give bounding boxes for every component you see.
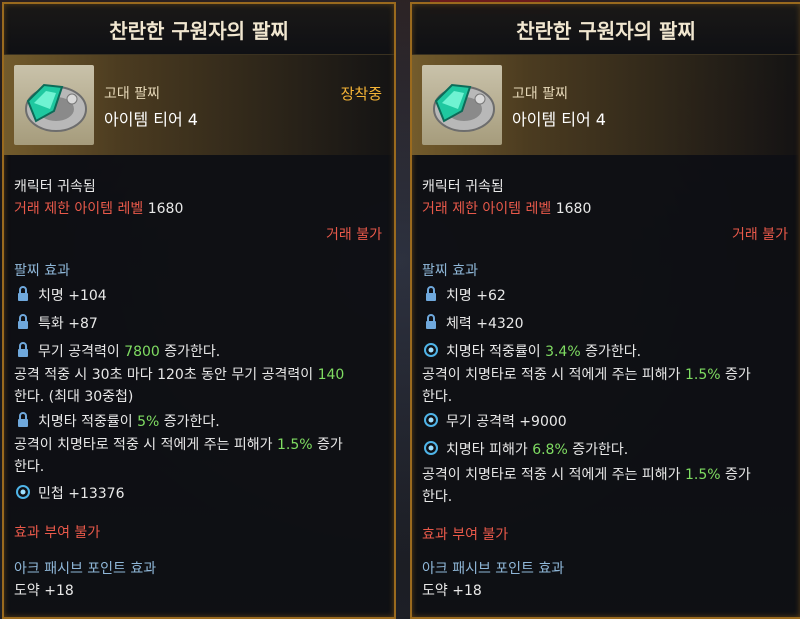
swirl-icon bbox=[424, 343, 438, 357]
no-effect-grant: 효과 부여 불가 bbox=[14, 525, 101, 541]
lock-icon bbox=[18, 314, 28, 329]
lock-icon bbox=[18, 412, 28, 427]
effect-crit-damage: 치명타 피해가 6.8% 증가한다. bbox=[424, 440, 628, 459]
effect-crit-dmg-line1: 공격이 치명타로 적중 시 적에게 주는 피해가 1.5% 증가 bbox=[422, 367, 751, 383]
lock-icon bbox=[426, 286, 436, 301]
effect-crit-hit-line2: 한다. bbox=[422, 489, 453, 505]
trade-level-label: 거래 제한 아이템 레벨 bbox=[14, 201, 144, 217]
effect-stacking-line2: 한다. (최대 30중첩) bbox=[14, 389, 134, 405]
effect-weapon-atk: 무기 공격력이 7800 증가한다. bbox=[16, 342, 220, 361]
equipped-badge: 장착중 bbox=[340, 85, 382, 103]
effect-crit-dmg-line1: 공격이 치명타로 적중 시 적에게 주는 피해가 1.5% 증가 bbox=[14, 437, 343, 453]
no-effect-grant: 효과 부여 불가 bbox=[422, 527, 509, 543]
lock-icon bbox=[18, 286, 28, 301]
stat-crit: 치명 +104 bbox=[16, 286, 107, 305]
item-title: 찬란한 구원자의 팔찌 bbox=[4, 4, 394, 55]
swirl-icon bbox=[16, 485, 30, 499]
item-title: 찬란한 구원자의 팔찌 bbox=[412, 4, 800, 55]
swirl-icon bbox=[424, 413, 438, 427]
ark-passive-header: 아크 패시브 포인트 효과 bbox=[422, 561, 565, 577]
ark-passive-value: 도약 +18 bbox=[422, 583, 482, 599]
bound-status: 캐릭터 귀속됨 bbox=[14, 179, 96, 195]
item-tooltip-compare: 찬란한 구원자의 팔찌 고대 팔찌 아이템 티어 4 캐릭터 귀속됨 거래 제한… bbox=[410, 2, 800, 619]
effect-crit-hit-line1: 공격이 치명타로 적중 시 적에게 주는 피해가 1.5% 증가 bbox=[422, 467, 751, 483]
item-tier: 아이템 티어 4 bbox=[104, 110, 198, 129]
effect-header: 팔찌 효과 bbox=[14, 263, 70, 279]
effect-crit-dmg-line2: 한다. bbox=[14, 459, 45, 475]
item-tier: 아이템 티어 4 bbox=[512, 110, 606, 129]
stat-dexterity: 민첩 +13376 bbox=[16, 484, 124, 503]
trade-level-row: 거래 제한 아이템 레벨 1680 bbox=[14, 200, 183, 218]
trade-status: 거래 불가 bbox=[732, 227, 788, 243]
trade-level-row: 거래 제한 아이템 레벨 1680 bbox=[422, 200, 591, 218]
trade-status: 거래 불가 bbox=[326, 227, 382, 243]
trade-level-label: 거래 제한 아이템 레벨 bbox=[422, 201, 552, 217]
item-tooltip-equipped: 찬란한 구원자의 팔찌 고대 팔찌 아이템 티어 4 장착중 캐릭터 귀속됨 거… bbox=[2, 2, 396, 619]
effect-crit-rate: 치명타 적중률이 5% 증가한다. bbox=[16, 412, 220, 431]
item-header: 고대 팔찌 아이템 티어 4 장착중 bbox=[4, 55, 394, 155]
stat-crit: 치명 +62 bbox=[424, 286, 506, 305]
item-grade: 고대 팔찌 bbox=[104, 86, 160, 102]
effect-header: 팔찌 효과 bbox=[422, 263, 478, 279]
bracelet-icon bbox=[14, 65, 94, 145]
bound-status: 캐릭터 귀속됨 bbox=[422, 179, 504, 195]
stat-health: 체력 +4320 bbox=[424, 314, 524, 333]
lock-icon bbox=[18, 342, 28, 357]
trade-level-value: 1680 bbox=[147, 201, 184, 217]
stat-specialization: 특화 +87 bbox=[16, 314, 98, 333]
trade-level-value: 1680 bbox=[555, 201, 592, 217]
swirl-icon bbox=[424, 441, 438, 455]
bracelet-icon bbox=[422, 65, 502, 145]
effect-stacking-line1: 공격 적중 시 30초 마다 120초 동안 무기 공격력이 140 bbox=[14, 367, 345, 383]
ark-passive-header: 아크 패시브 포인트 효과 bbox=[14, 561, 157, 577]
lock-icon bbox=[426, 314, 436, 329]
effect-crit-rate: 치명타 적중률이 3.4% 증가한다. bbox=[424, 342, 641, 361]
effect-weapon-atk: 무기 공격력 +9000 bbox=[424, 412, 567, 431]
ark-passive-value: 도약 +18 bbox=[14, 583, 74, 599]
item-header: 고대 팔찌 아이템 티어 4 bbox=[412, 55, 800, 155]
item-grade: 고대 팔찌 bbox=[512, 86, 568, 102]
effect-crit-dmg-line2: 한다. bbox=[422, 389, 453, 405]
